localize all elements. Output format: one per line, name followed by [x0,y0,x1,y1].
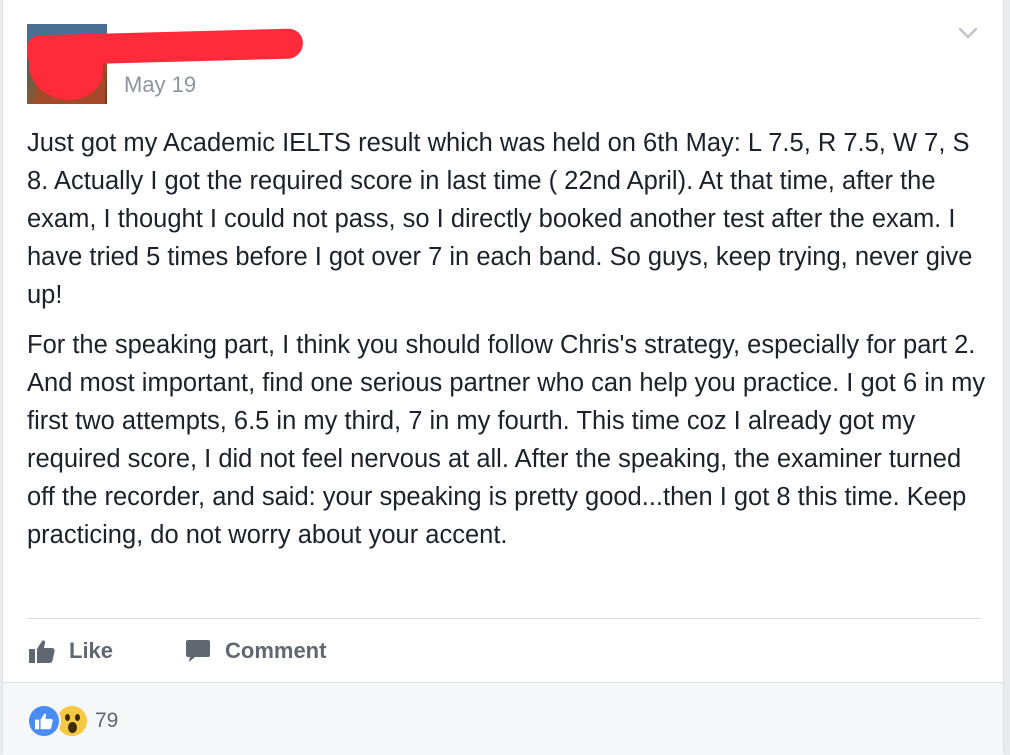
like-reaction-icon [27,704,61,738]
post-header: May 19 [26,24,987,104]
reactions-summary[interactable]: 79 [27,704,118,738]
reactions-footer: 79 [3,682,1003,755]
reaction-count[interactable]: 79 [95,709,118,733]
comment-bubble-icon [185,639,211,663]
chevron-down-icon[interactable] [957,22,979,44]
redaction-bar [26,28,304,66]
post-body: Just got my Academic IELTS result which … [27,124,987,566]
post-card: May 19 Just got my Academic IELTS result… [2,0,1004,755]
post-paragraph: Just got my Academic IELTS result which … [27,129,973,309]
comment-label: Comment [225,638,327,663]
thumbs-up-icon [29,639,55,663]
comment-button[interactable]: Comment [185,637,326,665]
like-label: Like [69,638,114,663]
like-button[interactable]: Like [29,637,113,665]
post-date[interactable]: May 19 [124,72,196,98]
post-paragraph: For the speaking part, I think you shoul… [27,331,986,549]
post-actions: Like Comment [27,618,981,683]
